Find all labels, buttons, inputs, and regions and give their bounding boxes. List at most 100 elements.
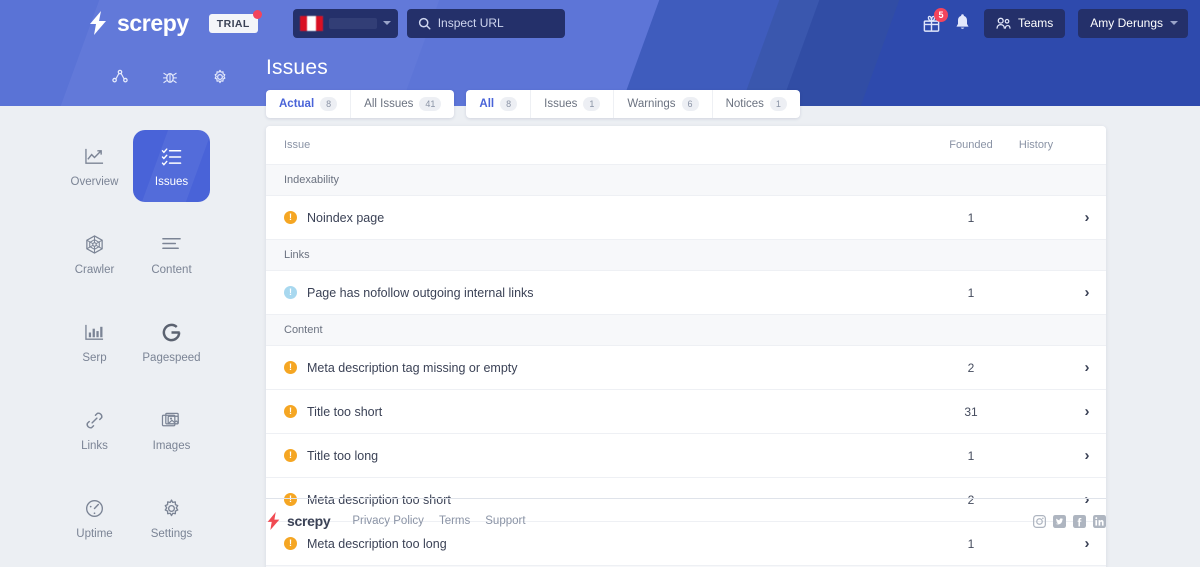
column-header-history: History <box>1004 126 1068 165</box>
screpy-bolt-icon <box>90 11 106 35</box>
chevron-right-icon[interactable]: › <box>1068 359 1106 376</box>
tab-label: Issues <box>544 98 578 110</box>
inspect-url-label: Inspect URL <box>437 16 504 30</box>
trial-badge[interactable]: TRIAL <box>208 9 262 33</box>
tab-label: Notices <box>725 98 764 110</box>
gift-button[interactable]: 5 <box>922 7 948 33</box>
sidebar-item-issues[interactable]: Issues <box>133 130 210 202</box>
table-group-row: Links <box>266 239 1106 271</box>
search-icon <box>418 17 431 30</box>
table-row[interactable]: ! Title too long 1 › <box>266 433 1106 478</box>
checklist-icon <box>161 145 182 169</box>
sidebar-item-links[interactable]: Links <box>56 394 133 466</box>
user-name-label: Amy Derungs <box>1090 16 1163 30</box>
trial-badge-label: TRIAL <box>216 17 250 30</box>
issue-history <box>1004 195 1068 240</box>
issue-label: Title too short <box>307 404 383 419</box>
issue-founded: 2 <box>938 345 1004 390</box>
tab-label: Actual <box>279 98 315 110</box>
brand-logo[interactable]: screpy TRIAL <box>88 9 262 37</box>
issue-history <box>1004 345 1068 390</box>
group-label: Indexability <box>266 164 1106 196</box>
teams-label: Teams <box>1017 16 1054 30</box>
footer-link-terms[interactable]: Terms <box>439 515 470 527</box>
twitter-icon[interactable] <box>1053 514 1066 528</box>
bar-chart-icon <box>84 321 105 345</box>
text-lines-icon <box>161 233 182 257</box>
tab-count: 41 <box>419 97 442 111</box>
sidebar-item-settings[interactable]: Settings <box>133 482 210 554</box>
sidebar-item-label: Settings <box>150 527 193 540</box>
group-label: Content <box>266 314 1106 346</box>
footer: screpy Privacy Policy Terms Support <box>266 498 1106 530</box>
gift-badge-count: 5 <box>933 7 948 22</box>
tab-all-issues[interactable]: All Issues 41 <box>351 90 454 118</box>
teams-button[interactable]: Teams <box>983 8 1066 38</box>
bug-icon[interactable] <box>161 68 179 91</box>
sidebar-item-label: Uptime <box>76 527 113 540</box>
severity-notice-icon: ! <box>284 286 297 299</box>
issue-label: Title too long <box>307 448 379 463</box>
table-group-row: Content <box>266 314 1106 346</box>
tab-issues[interactable]: Issues 1 <box>531 90 615 118</box>
column-header-issue: Issue <box>266 126 938 165</box>
table-row[interactable]: ! Page has nofollow outgoing internal li… <box>266 270 1106 315</box>
issue-history <box>1004 389 1068 434</box>
tab-all[interactable]: All 8 <box>466 90 532 118</box>
chevron-right-icon[interactable]: › <box>1068 284 1106 301</box>
sidebar-nav: Overview Issues Crawler Content Serp Pag… <box>0 106 266 554</box>
inspect-url-input[interactable]: Inspect URL <box>406 8 565 38</box>
tab-notices[interactable]: Notices 1 <box>713 90 800 118</box>
top-bar-right: 5 Teams Amy Derungs <box>922 7 1188 38</box>
images-icon <box>161 409 182 433</box>
table-row[interactable]: ! Noindex page 1 › <box>266 195 1106 240</box>
peru-flag-icon <box>299 15 323 31</box>
sidebar-item-serp[interactable]: Serp <box>56 306 133 378</box>
footer-link-privacy-policy[interactable]: Privacy Policy <box>352 515 424 527</box>
chevron-right-icon[interactable]: › <box>1068 535 1106 552</box>
issue-founded: 1 <box>938 433 1004 478</box>
table-row[interactable]: ! Meta description tag missing or empty … <box>266 345 1106 390</box>
sidebar-item-images[interactable]: Images <box>133 394 210 466</box>
footer-social <box>1033 514 1106 528</box>
issue-label: Meta description tag missing or empty <box>307 360 518 375</box>
sidebar-item-pagespeed[interactable]: Pagespeed <box>133 306 210 378</box>
footer-link-support[interactable]: Support <box>485 515 525 527</box>
sidebar-item-label: Issues <box>154 175 189 188</box>
column-header-actions <box>1068 126 1106 165</box>
tab-actual[interactable]: Actual 8 <box>266 90 352 118</box>
sitemap-icon[interactable] <box>111 68 129 91</box>
sidebar-item-crawler[interactable]: Crawler <box>56 218 133 290</box>
gear-icon[interactable] <box>211 68 229 91</box>
instagram-icon[interactable] <box>1033 514 1046 528</box>
tab-count: 1 <box>769 97 787 111</box>
tab-warnings[interactable]: Warnings 6 <box>614 90 713 118</box>
linkedin-icon[interactable] <box>1093 514 1106 528</box>
user-menu-button[interactable]: Amy Derungs <box>1078 8 1188 38</box>
sidebar-item-label: Overview <box>70 175 119 188</box>
chevron-right-icon[interactable]: › <box>1068 447 1106 464</box>
sidebar-item-label: Links <box>81 439 108 452</box>
issue-founded: 1 <box>938 195 1004 240</box>
sidebar-item-content[interactable]: Content <box>133 218 210 290</box>
tab-group-primary: Actual 8 All Issues 41 <box>266 90 455 118</box>
severity-warning-icon: ! <box>284 537 297 550</box>
severity-warning-icon: ! <box>284 405 297 418</box>
site-selector[interactable] <box>292 8 398 38</box>
footer-brand[interactable]: screpy <box>266 512 331 530</box>
screpy-bolt-icon <box>267 512 280 530</box>
sidebar-item-uptime[interactable]: Uptime <box>56 482 133 554</box>
notifications-button[interactable] <box>954 14 971 32</box>
link-icon <box>84 409 105 433</box>
top-bar: screpy TRIAL Inspect URL 5 Teams Amy Der… <box>0 0 1200 46</box>
trial-badge-dot <box>252 9 262 19</box>
page-title: Issues <box>266 56 328 79</box>
chevron-right-icon[interactable]: › <box>1068 209 1106 226</box>
tab-group-secondary: All 8 Issues 1 Warnings 6 Notices 1 <box>466 90 800 118</box>
table-row[interactable]: ! Title too short 31 › <box>266 389 1106 434</box>
chevron-right-icon[interactable]: › <box>1068 403 1106 420</box>
sidebar-item-label: Images <box>152 439 191 452</box>
facebook-icon[interactable] <box>1073 514 1086 528</box>
sidebar-item-overview[interactable]: Overview <box>56 130 133 202</box>
tab-count: 6 <box>681 97 699 111</box>
